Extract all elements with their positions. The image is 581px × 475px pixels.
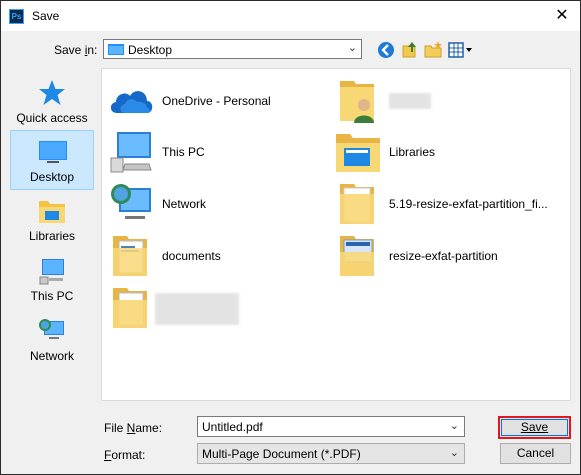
file-name-value: Untitled.pdf [202, 420, 263, 434]
item-label: 5.19-resize-exfat-partition_fi... [389, 197, 548, 211]
file-list[interactable]: OneDrive - Personal This PC Libraries Ne… [101, 68, 571, 401]
new-folder-icon[interactable] [423, 40, 443, 60]
list-item-network[interactable]: Network [107, 180, 327, 228]
chevron-down-icon: ⌄ [449, 447, 459, 459]
desktop-icon [39, 141, 67, 163]
save-dialog: Ps Save ✕ Save in: Desktop ⌄ Quick acces… [0, 0, 581, 475]
chevron-down-icon[interactable]: ⌄ [450, 419, 459, 432]
list-item-folder[interactable]: 5.19-resize-exfat-partition_fi... [334, 180, 554, 228]
redacted-label [155, 293, 239, 325]
save-in-label: Save in: [54, 43, 98, 57]
cancel-button[interactable]: Cancel [500, 443, 571, 464]
format-dropdown[interactable]: Multi-Page Document (*.PDF) ⌄ [197, 443, 465, 464]
place-quick-access[interactable]: Quick access [10, 72, 94, 132]
close-button[interactable]: ✕ [552, 7, 572, 25]
places-bar: Quick access Desktop Libraries This PC N… [9, 68, 95, 403]
place-label: This PC [30, 289, 74, 303]
up-one-level-icon[interactable] [400, 40, 420, 60]
photoshop-icon: Ps [9, 9, 24, 24]
save-button[interactable]: Save [498, 416, 571, 439]
network-icon [39, 319, 64, 339]
file-name-label: File Name: [104, 421, 163, 435]
computer-icon [110, 132, 152, 173]
list-item-resize-exfat-partition[interactable]: resize-exfat-partition [334, 232, 554, 280]
item-label: resize-exfat-partition [389, 249, 498, 263]
place-label: Network [29, 349, 74, 363]
folder-icon [340, 184, 374, 224]
view-menu-icon[interactable] [447, 40, 473, 60]
list-item-user-folder[interactable] [334, 77, 554, 125]
place-label: Libraries [28, 229, 76, 243]
item-label: documents [162, 249, 221, 263]
libraries-icon [39, 201, 65, 223]
libraries-icon [336, 134, 380, 172]
title-bar: Ps Save ✕ [1, 1, 580, 31]
list-item-this-pc[interactable]: This PC [107, 128, 327, 176]
item-label: Libraries [389, 145, 436, 159]
format-value: Multi-Page Document (*.PDF) [202, 447, 361, 461]
place-desktop[interactable]: Desktop [10, 130, 94, 190]
place-label: Desktop [29, 170, 75, 184]
place-libraries[interactable]: Libraries [10, 190, 94, 250]
folder-icon [113, 236, 147, 276]
chevron-down-icon: ⌄ [347, 42, 357, 54]
folder-icon [113, 288, 147, 328]
place-label: Quick access [16, 111, 88, 125]
back-icon[interactable] [376, 40, 396, 60]
user-folder-icon [340, 81, 374, 123]
desktop-folder-icon [108, 44, 124, 55]
file-name-input[interactable]: Untitled.pdf ⌄ [197, 416, 465, 437]
save-button-label: Save [501, 419, 568, 436]
star-icon [39, 80, 65, 105]
save-in-value: Desktop [128, 43, 173, 57]
save-in-dropdown[interactable]: Desktop ⌄ [103, 39, 362, 59]
item-label: OneDrive - Personal [162, 94, 271, 108]
onedrive-icon [110, 91, 153, 113]
window-title: Save [32, 9, 60, 23]
list-item-documents[interactable]: documents [107, 232, 327, 280]
place-network[interactable]: Network [10, 310, 94, 370]
computer-icon [39, 259, 64, 285]
redacted-label [389, 93, 431, 109]
list-item-libraries[interactable]: Libraries [334, 128, 554, 176]
network-icon [111, 184, 151, 219]
list-item-onedrive[interactable]: OneDrive - Personal [107, 77, 327, 125]
format-label: Format: [104, 448, 146, 462]
item-label: This PC [162, 145, 205, 159]
list-item-redacted-folder[interactable] [107, 284, 327, 332]
place-this-pc[interactable]: This PC [10, 250, 94, 310]
item-label: Network [162, 197, 207, 211]
folder-icon [340, 236, 374, 276]
